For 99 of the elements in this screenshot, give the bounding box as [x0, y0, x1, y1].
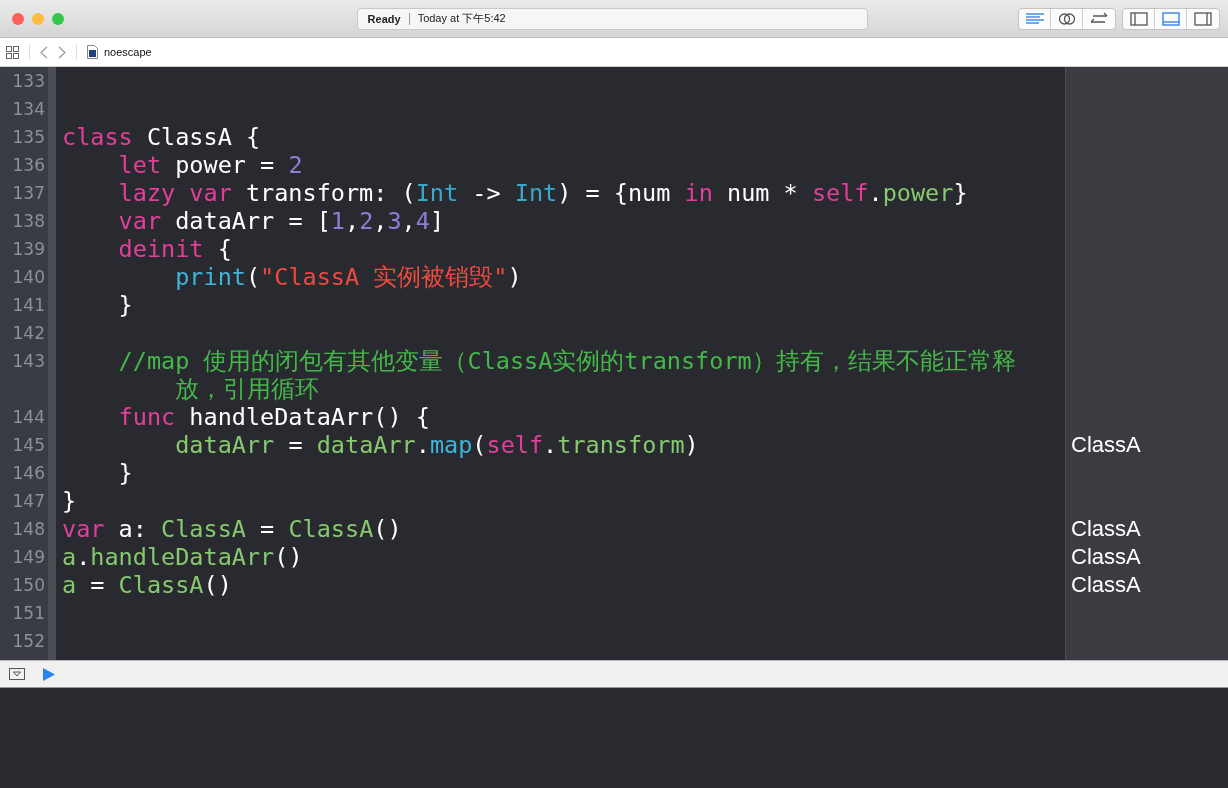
code-token: =	[259, 515, 276, 543]
code-token: }	[62, 487, 77, 515]
code-token: 4	[415, 207, 430, 235]
code-token: ->	[471, 179, 502, 207]
string-literal: "ClassA 实例被销毁"	[260, 263, 508, 291]
line-number: 143	[12, 351, 45, 371]
code-token: let	[117, 151, 162, 179]
line-number: 134	[12, 99, 45, 119]
code-token: }	[953, 179, 968, 207]
line-number: 137	[12, 183, 45, 203]
code-token: Int	[514, 179, 558, 207]
code-token: class	[62, 123, 133, 151]
close-button[interactable]	[12, 12, 24, 25]
playground-file-icon	[87, 45, 98, 59]
back-icon[interactable]	[40, 45, 48, 59]
zoom-button[interactable]	[52, 12, 64, 25]
code-comment: //map 使用的闭包有其他变量（ClassA实例的transform）持有，结果不能正常释	[117, 347, 1016, 375]
code-token: print	[174, 263, 246, 291]
code-token: power	[882, 179, 954, 207]
code-token: (	[245, 263, 261, 291]
code-token: self	[811, 179, 869, 207]
code-token: a	[62, 571, 77, 599]
code-token: ()	[274, 543, 303, 571]
line-number: 141	[12, 295, 45, 315]
hide-debug-area-icon[interactable]	[9, 668, 25, 680]
status-time: Today at 下午5:42	[417, 11, 506, 26]
code-token: num *	[726, 179, 799, 207]
code-token: ClassA	[118, 571, 204, 599]
result-value: ClassA	[1071, 432, 1141, 457]
code-token: dataArr	[316, 431, 416, 459]
line-number: 150	[12, 575, 45, 595]
code-token: .	[415, 431, 430, 459]
forward-icon[interactable]	[58, 45, 66, 59]
code-token: map	[429, 431, 473, 459]
code-token: a:	[117, 515, 148, 543]
code-token: dataArr	[174, 431, 275, 459]
line-number: 152	[12, 631, 45, 651]
line-number: 142	[12, 323, 45, 343]
code-token: ,	[345, 207, 360, 235]
code-token: ()	[203, 571, 232, 599]
code-token: var	[117, 207, 162, 235]
code-token: 2	[288, 151, 303, 179]
line-number: 133	[12, 71, 45, 91]
result-value: ClassA	[1071, 544, 1141, 569]
code-token: =	[89, 571, 106, 599]
code-token: ) = {num	[557, 179, 672, 207]
code-comment: 放，引用循环	[174, 375, 320, 403]
code-token: ,	[401, 207, 416, 235]
code-token: ClassA	[288, 515, 374, 543]
code-token: ()	[373, 515, 402, 543]
code-token: ]	[429, 207, 445, 235]
code-token: a	[62, 543, 77, 571]
result-value: ClassA	[1071, 516, 1141, 541]
code-token: transform: (	[244, 179, 416, 207]
code-token: 3	[387, 207, 402, 235]
line-number: 146	[12, 463, 45, 483]
code-token: .	[76, 543, 91, 571]
code-token: (	[472, 431, 487, 459]
code-token: ,	[373, 207, 388, 235]
code-token: deinit	[117, 235, 204, 263]
code-token: lazy var	[117, 179, 232, 207]
code-token: 1	[330, 207, 345, 235]
code-token: 2	[359, 207, 374, 235]
line-number: 145	[12, 435, 45, 455]
code-token: ClassA {	[145, 123, 261, 151]
line-number: 149	[12, 547, 45, 567]
line-number: 139	[12, 239, 45, 259]
line-number: 140	[12, 267, 45, 287]
code-token: in	[684, 179, 713, 207]
code-token: handleDataArr	[90, 543, 275, 571]
line-number: 144	[12, 407, 45, 427]
code-token: power =	[174, 151, 276, 179]
code-token: ClassA	[161, 515, 246, 543]
code-token: dataArr = [	[174, 207, 331, 235]
line-number: 136	[12, 155, 45, 175]
code-token: {	[216, 235, 232, 263]
run-icon[interactable]	[43, 667, 55, 681]
code-token: )	[684, 431, 699, 459]
code-token: func	[117, 403, 176, 431]
file-breadcrumb[interactable]: noescape	[104, 46, 152, 58]
code-token: self	[486, 431, 544, 459]
line-number: 148	[12, 519, 45, 539]
code-token: .	[543, 431, 558, 459]
grid-icon[interactable]	[6, 45, 19, 59]
line-number: 151	[12, 603, 45, 623]
code-token: }	[117, 291, 133, 319]
code-token: transform	[557, 431, 685, 459]
line-number: 147	[12, 491, 45, 511]
status-text: Ready	[367, 12, 401, 25]
code-token: Int	[415, 179, 459, 207]
code-token: =	[287, 431, 304, 459]
line-number: 135	[12, 127, 45, 147]
code-token: }	[117, 459, 133, 487]
code-token: var	[62, 515, 105, 543]
result-value: ClassA	[1071, 572, 1141, 597]
code-token: handleDataArr() {	[188, 403, 430, 431]
code-token: .	[868, 179, 883, 207]
code-token: )	[507, 263, 522, 291]
line-number: 138	[12, 211, 45, 231]
